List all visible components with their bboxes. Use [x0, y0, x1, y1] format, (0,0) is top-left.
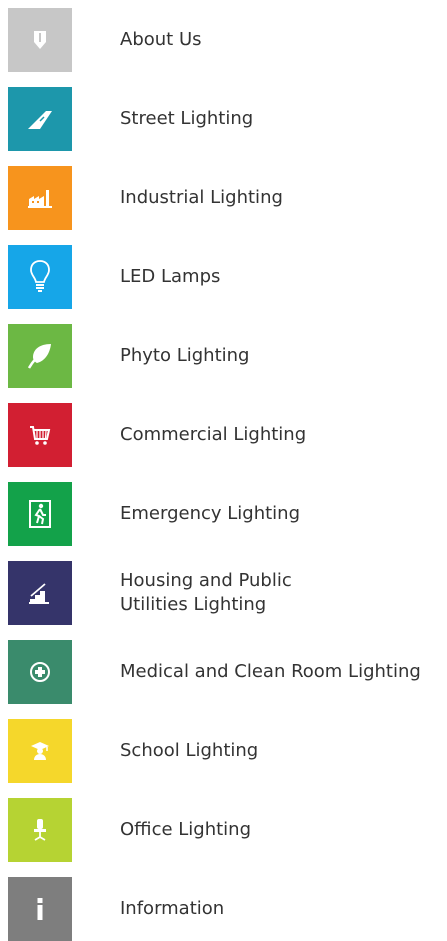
menu-item-label: Housing and Public Utilities Lighting: [120, 569, 292, 617]
leaf-icon: [27, 344, 51, 369]
tile-emergency-lighting: [8, 482, 72, 546]
road-icon: [28, 111, 52, 129]
tile-phyto-lighting: [8, 324, 72, 388]
tile-information: [8, 877, 72, 941]
menu-item-label: Office Lighting: [120, 819, 252, 840]
tile-led-lamps: [8, 245, 72, 309]
menu-item-information[interactable]: Information: [8, 877, 447, 941]
menu-item-school-lighting[interactable]: School Lighting: [8, 719, 447, 783]
menu-item-medical-lighting[interactable]: Medical and Clean Room Lighting: [8, 640, 447, 704]
tile-school-lighting: [8, 719, 72, 783]
menu-item-commercial-lighting[interactable]: Commercial Lighting: [8, 403, 447, 467]
menu-item-label: Phyto Lighting: [120, 345, 250, 366]
menu-item-phyto-lighting[interactable]: Phyto Lighting: [8, 324, 447, 388]
menu-item-emergency-lighting[interactable]: Emergency Lighting: [8, 482, 447, 546]
emergency-exit-icon: [29, 500, 51, 528]
shield-icon: [34, 31, 46, 49]
menu-item-about-us[interactable]: About Us: [8, 8, 447, 72]
category-menu: About Us Street Lighting Industrial Ligh…: [0, 0, 447, 941]
menu-item-label: About Us: [120, 29, 202, 50]
office-chair-icon: [34, 819, 46, 841]
menu-item-street-lighting[interactable]: Street Lighting: [8, 87, 447, 151]
menu-item-label: Medical and Clean Room Lighting: [120, 661, 421, 682]
lightbulb-icon: [30, 260, 50, 292]
menu-item-label: School Lighting: [120, 740, 259, 761]
tile-about-us: [8, 8, 72, 72]
shopping-cart-icon: [30, 426, 51, 445]
menu-item-label: Industrial Lighting: [120, 187, 283, 208]
graduate-icon: [31, 742, 49, 760]
tile-housing-utilities-lighting: [8, 561, 72, 625]
tile-office-lighting: [8, 798, 72, 862]
tile-street-lighting: [8, 87, 72, 151]
menu-item-label: Emergency Lighting: [120, 503, 300, 524]
medical-cross-icon: [30, 662, 50, 682]
menu-item-office-lighting[interactable]: Office Lighting: [8, 798, 447, 862]
stairs-icon: [29, 583, 49, 604]
menu-item-housing-utilities-lighting[interactable]: Housing and Public Utilities Lighting: [8, 561, 447, 625]
info-icon: [37, 898, 43, 920]
factory-icon: [28, 190, 52, 208]
tile-medical-lighting: [8, 640, 72, 704]
menu-item-industrial-lighting[interactable]: Industrial Lighting: [8, 166, 447, 230]
menu-item-label-line-1: Housing and Public: [120, 570, 292, 591]
menu-item-label: LED Lamps: [120, 266, 221, 287]
menu-item-label-line-2: Utilities Lighting: [120, 594, 267, 615]
tile-commercial-lighting: [8, 403, 72, 467]
tile-industrial-lighting: [8, 166, 72, 230]
menu-item-led-lamps[interactable]: LED Lamps: [8, 245, 447, 309]
menu-item-label: Information: [120, 898, 225, 919]
menu-item-label: Commercial Lighting: [120, 424, 307, 445]
menu-item-label: Street Lighting: [120, 108, 254, 129]
